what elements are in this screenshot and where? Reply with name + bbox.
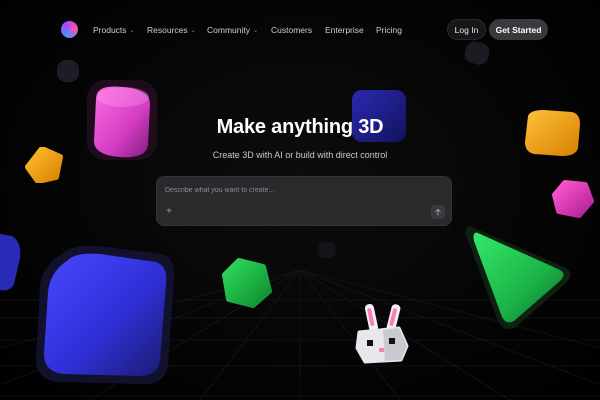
logo-icon[interactable] <box>61 21 78 38</box>
nav-enterprise-label: Enterprise <box>325 25 364 35</box>
prompt-input[interactable] <box>165 183 435 197</box>
chevron-down-icon: ⌄ <box>252 27 259 34</box>
pink-cube-shape <box>552 180 594 218</box>
hero-stage: Products ⌄ Resources ⌄ Community ⌄ Customer… <box>0 0 600 400</box>
nav-resources-label: Resources <box>147 25 188 35</box>
dark-blob-shape <box>57 60 79 82</box>
login-button[interactable]: Log In <box>447 19 486 40</box>
nav-customers-label: Customers <box>271 25 313 35</box>
prompt-box: + <box>156 176 452 226</box>
green-cone-shape <box>465 226 571 329</box>
nav-products[interactable]: Products ⌄ <box>93 22 135 38</box>
nav-pricing[interactable]: Pricing <box>376 22 402 38</box>
nav-resources[interactable]: Resources ⌄ <box>147 22 196 38</box>
get-started-button[interactable]: Get Started <box>489 19 548 40</box>
blue-cube-partial-shape <box>0 233 21 291</box>
nav-products-label: Products <box>93 25 127 35</box>
nav-community[interactable]: Community ⌄ <box>207 22 258 38</box>
nav-pricing-label: Pricing <box>376 25 402 35</box>
send-button[interactable] <box>431 205 445 219</box>
nav-enterprise[interactable]: Enterprise <box>325 22 364 38</box>
bunny-character-shape <box>355 304 409 364</box>
dark-blob-shape <box>318 242 336 258</box>
nav-community-label: Community <box>207 25 250 35</box>
chevron-down-icon: ⌄ <box>190 27 196 34</box>
hero-title: Make anything 3D <box>216 116 384 138</box>
dark-blob-shape <box>464 41 490 65</box>
blue-cube-large-shape <box>36 245 175 384</box>
arrow-up-icon <box>435 208 441 216</box>
green-cube-shape <box>222 258 272 308</box>
chevron-down-icon: ⌄ <box>129 27 135 34</box>
plus-icon[interactable]: + <box>164 207 174 217</box>
hero-subtitle: Create 3D with AI or build with direct c… <box>212 150 388 160</box>
nav-customers[interactable]: Customers <box>271 22 312 38</box>
